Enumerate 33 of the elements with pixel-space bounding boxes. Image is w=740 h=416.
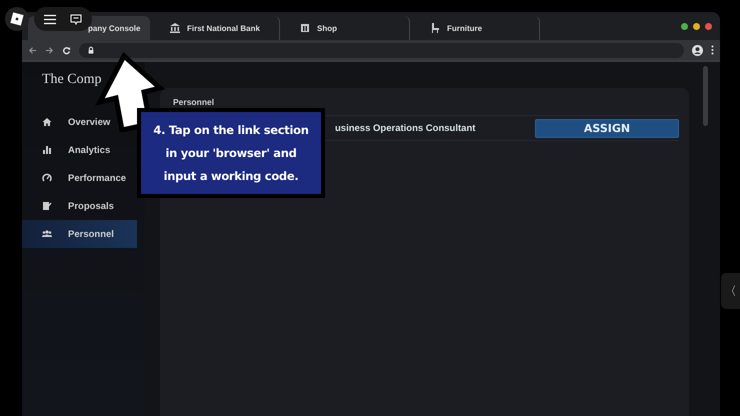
sidebar-item[interactable]: Personnel <box>22 220 137 248</box>
chat-icon[interactable] <box>70 14 82 24</box>
document-icon <box>42 201 52 211</box>
close-dot[interactable] <box>705 22 712 30</box>
role-name: usiness Operations Consultant <box>335 122 476 134</box>
roblox-menu-icon[interactable] <box>5 7 29 31</box>
site-title: The Comp <box>41 71 102 89</box>
sidebar-item[interactable]: Performance <box>22 164 137 192</box>
instruction-text: 4. Tap on the link section in your 'browser' and input a working code. <box>152 122 310 184</box>
bank-icon <box>170 23 180 33</box>
back-arrow-icon[interactable] <box>28 46 37 54</box>
sidebar-item[interactable]: Overview <box>22 108 137 136</box>
forward-arrow-icon[interactable] <box>45 46 54 54</box>
address-field[interactable] <box>79 42 684 58</box>
chair-icon <box>430 23 440 33</box>
profile-icon[interactable] <box>692 44 703 56</box>
shop-icon <box>300 23 310 33</box>
more-icon[interactable] <box>711 45 714 55</box>
scrollbar[interactable] <box>703 66 708 126</box>
sidebar-item[interactable]: Proposals <box>22 192 137 220</box>
side-panel-tab[interactable]: 〈 <box>721 273 740 309</box>
panel-heading: Personnel <box>173 97 216 107</box>
home-icon <box>42 117 52 127</box>
reload-icon[interactable] <box>62 46 71 54</box>
lock-icon <box>87 46 95 54</box>
maximize-dot[interactable] <box>681 22 688 30</box>
bar-chart-icon <box>42 145 52 155</box>
minimize-dot[interactable] <box>693 22 700 30</box>
menu-icon[interactable] <box>44 14 56 24</box>
gauge-icon <box>42 173 52 183</box>
people-icon <box>42 229 52 239</box>
assign-button[interactable]: ASSIGN <box>535 118 679 138</box>
sidebar-item[interactable]: Analytics <box>22 136 137 164</box>
